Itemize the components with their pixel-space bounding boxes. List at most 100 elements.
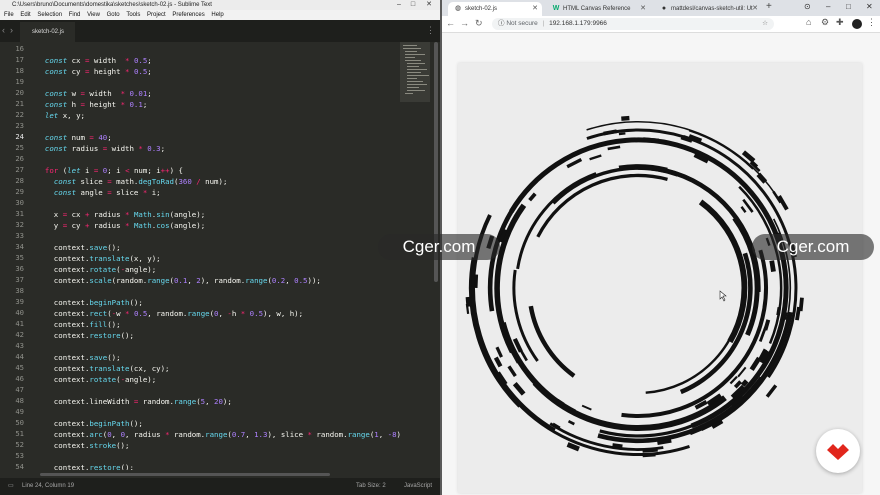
sublime-window: C:\Users\bruno\Documents\domestika\sketc… (0, 0, 440, 495)
code-editor[interactable]: const cx = width * 0.5; const cy = heigh… (30, 42, 400, 470)
line-number: 30 (15, 198, 24, 207)
browser-tab-github[interactable]: ● mattdesl/canvas-sketch-util: Ut ✕ (654, 2, 762, 16)
code-line: y = cy + radius * Math.cos(angle); (36, 221, 206, 230)
tick-rect (769, 260, 776, 273)
line-number: 49 (15, 407, 24, 416)
code-line: for (let i = 0; i < num; i++) { (44, 166, 183, 175)
address-bar[interactable]: ⓘ Not secure | 192.168.1.179:9966 ☆ (492, 18, 774, 30)
code-line: context.beginPath(); (36, 298, 143, 307)
watermark-left: Cger.com (378, 234, 500, 260)
line-number: 44 (15, 352, 24, 361)
line-number: 31 (15, 209, 24, 218)
line-number: 36 (15, 264, 24, 273)
minimize-icon[interactable]: – (392, 0, 406, 10)
tick-rect (765, 384, 778, 398)
line-number: 52 (15, 440, 24, 449)
code-line: const h = height * 0.1; (44, 100, 148, 109)
sketch-canvas[interactable] (458, 63, 862, 493)
tab-label: sketch-02.js (32, 29, 65, 35)
line-number: 50 (15, 418, 24, 427)
new-tab-button[interactable]: + (766, 1, 772, 12)
puzzle-icon[interactable]: ✚ (836, 17, 844, 28)
close-tab-icon[interactable]: ✕ (640, 2, 646, 16)
tick-rect (495, 346, 503, 358)
domestika-logo-icon (827, 444, 849, 460)
line-number: 33 (15, 231, 24, 240)
close-icon[interactable]: ✕ (866, 2, 873, 11)
tick-rect (777, 195, 789, 211)
menu-bar: File Edit Selection Find View Goto Tools… (0, 10, 440, 20)
line-number: 23 (15, 121, 24, 130)
code-line: context.restore(); (36, 331, 134, 340)
code-line: const radius = width * 0.3; (44, 144, 166, 153)
browser-tab-label: mattdesl/canvas-sketch-util: Ut (671, 6, 753, 12)
status-icon[interactable]: ▭ (8, 478, 14, 495)
code-line: x = cx + radius * Math.sin(angle); (36, 210, 206, 219)
code-line: context.lineWidth = random.range(5, 20); (36, 397, 232, 406)
syntax-language[interactable]: JavaScript (404, 478, 432, 495)
maximize-icon[interactable]: □ (846, 2, 851, 11)
menu-preferences[interactable]: Preferences (172, 12, 204, 18)
line-number: 51 (15, 429, 24, 438)
minimap[interactable] (400, 42, 430, 102)
tick-rect (581, 404, 592, 411)
reload-icon[interactable]: ↻ (475, 18, 483, 29)
avatar[interactable] (852, 19, 862, 29)
line-number: 47 (15, 385, 24, 394)
line-number: 19 (15, 77, 24, 86)
line-number: 25 (15, 143, 24, 152)
line-number: 17 (15, 55, 24, 64)
info-icon[interactable]: ⓘ (498, 20, 505, 27)
code-line: const w = width * 0.01; (44, 89, 152, 98)
menu-project[interactable]: Project (147, 12, 166, 18)
menu-file[interactable]: File (4, 12, 14, 18)
close-tab-icon[interactable]: ✕ (752, 2, 758, 16)
generative-artwork (465, 115, 804, 458)
tab-menu-icon[interactable]: ⋮ (426, 25, 435, 36)
menu-help[interactable]: Help (211, 12, 223, 18)
code-line: context.restore(); (36, 463, 134, 470)
menu-tools[interactable]: Tools (126, 12, 140, 18)
menu-goto[interactable]: Goto (107, 12, 120, 18)
menu-edit[interactable]: Edit (20, 12, 30, 18)
code-line: const num = 40; (44, 133, 112, 142)
tick-rect (493, 356, 503, 368)
browser-tab-canvas-reference[interactable]: W HTML Canvas Reference ✕ (546, 2, 650, 16)
line-number: 27 (15, 165, 24, 174)
code-line: const cy = height * 0.5; (44, 67, 152, 76)
code-line: context.rect(-w * 0.5, random.range(0, -… (36, 309, 304, 318)
title-bar: C:\Users\bruno\Documents\domestika\sketc… (0, 0, 440, 10)
forward-icon[interactable]: → (460, 18, 469, 28)
tick-rect (607, 145, 621, 151)
code-line: context.beginPath(); (36, 419, 143, 428)
menu-view[interactable]: View (87, 12, 100, 18)
line-number: 16 (15, 44, 24, 53)
tab-search-icon[interactable]: ⊙ (804, 2, 811, 11)
editor-tab-bar: ‹› sketch-02.js ⋮ (0, 20, 440, 42)
close-tab-icon[interactable]: ✕ (532, 2, 538, 16)
bookmark-star-icon[interactable]: ☆ (762, 18, 768, 30)
line-number: 37 (15, 275, 24, 284)
code-line: const cx = width * 0.5; (44, 56, 152, 65)
code-line: context.arc(0, 0, radius * random.range(… (36, 430, 400, 439)
tick-rect (474, 274, 479, 289)
line-number: 29 (15, 187, 24, 196)
browser-toolbar: ← → ↻ ⓘ Not secure | 192.168.1.179:9966 … (442, 16, 880, 33)
back-icon[interactable]: ← (446, 18, 455, 28)
line-number: 43 (15, 341, 24, 350)
extension-icon[interactable]: ⌂ (806, 17, 811, 27)
browser-tab-sketch[interactable]: ◍ sketch-02.js ✕ (448, 2, 542, 16)
settings-icon[interactable]: ⚙ (821, 17, 829, 28)
tab-sketch-02[interactable]: sketch-02.js (20, 22, 75, 42)
menu-selection[interactable]: Selection (37, 12, 62, 18)
horizontal-scrollbar[interactable] (40, 473, 330, 476)
maximize-icon[interactable]: □ (406, 0, 420, 10)
tab-scroll-arrows-icon[interactable]: ‹› (2, 25, 18, 35)
minimize-icon[interactable]: – (826, 2, 830, 11)
code-line: const slice = math.degToRad(360 / num); (53, 177, 228, 186)
menu-find[interactable]: Find (69, 12, 81, 18)
close-icon[interactable]: ✕ (422, 0, 436, 10)
domestika-logo-button[interactable] (816, 429, 860, 473)
tab-size[interactable]: Tab Size: 2 (356, 478, 386, 495)
chrome-menu-icon[interactable]: ⋮ (867, 17, 876, 28)
